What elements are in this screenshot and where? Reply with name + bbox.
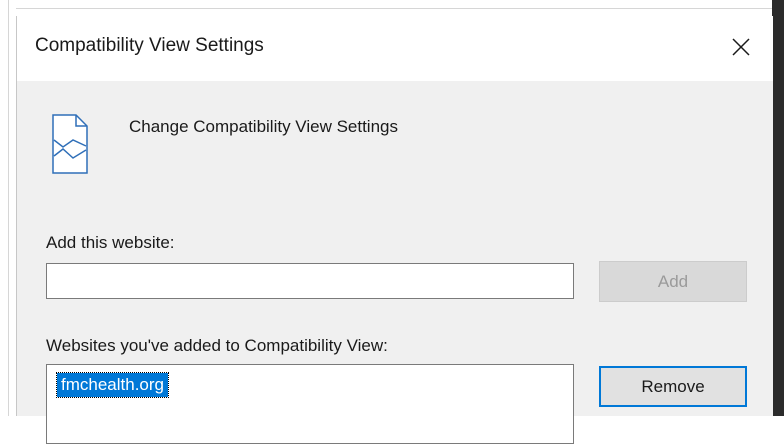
- dialog-title: Compatibility View Settings: [35, 35, 264, 56]
- websites-list[interactable]: fmchealth.org: [46, 364, 574, 444]
- header-text: Change Compatibility View Settings: [129, 117, 398, 136]
- background-divider-left: [8, 0, 9, 416]
- remove-button[interactable]: Remove: [599, 366, 747, 407]
- close-button[interactable]: [720, 26, 762, 68]
- compatibility-view-icon: [52, 114, 88, 174]
- add-website-label: Add this website:: [46, 233, 175, 252]
- list-item[interactable]: fmchealth.org: [56, 372, 169, 398]
- background-window-edge: [772, 0, 784, 416]
- compatibility-view-dialog: Compatibility View Settings Change Compa…: [16, 16, 773, 444]
- close-icon: [732, 38, 750, 56]
- add-button[interactable]: Add: [599, 261, 747, 302]
- add-website-input[interactable]: [46, 263, 574, 299]
- background-divider: [0, 8, 784, 9]
- title-bar: Compatibility View Settings: [17, 16, 773, 81]
- websites-list-label: Websites you've added to Compatibility V…: [46, 336, 388, 355]
